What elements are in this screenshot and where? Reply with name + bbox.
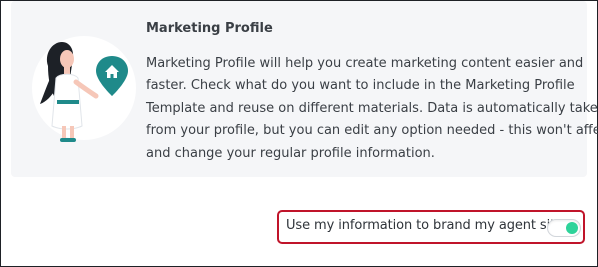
brand-agent-site-toggle[interactable] xyxy=(547,219,581,237)
woman-with-house-illustration xyxy=(32,36,136,142)
card-title: Marketing Profile xyxy=(146,21,273,36)
description-line: faster. Check what do you want to includ… xyxy=(146,78,575,94)
description-line: from your profile, but you can edit any … xyxy=(146,123,598,139)
description-line: Template and reuse on different material… xyxy=(146,100,598,116)
brand-agent-site-toggle-row[interactable]: Use my information to brand my agent sit… xyxy=(277,210,585,244)
description-line: and change your regular profile informat… xyxy=(146,145,435,161)
toggle-knob xyxy=(566,222,578,234)
description-line: Marketing Profile will help you create m… xyxy=(146,56,584,71)
card-description: Marketing Profile will help you create m… xyxy=(146,53,598,165)
brand-agent-site-label: Use my information to brand my agent sit… xyxy=(286,218,563,233)
marketing-profile-info-card: Marketing Profile Marketing Profile will… xyxy=(11,1,598,177)
